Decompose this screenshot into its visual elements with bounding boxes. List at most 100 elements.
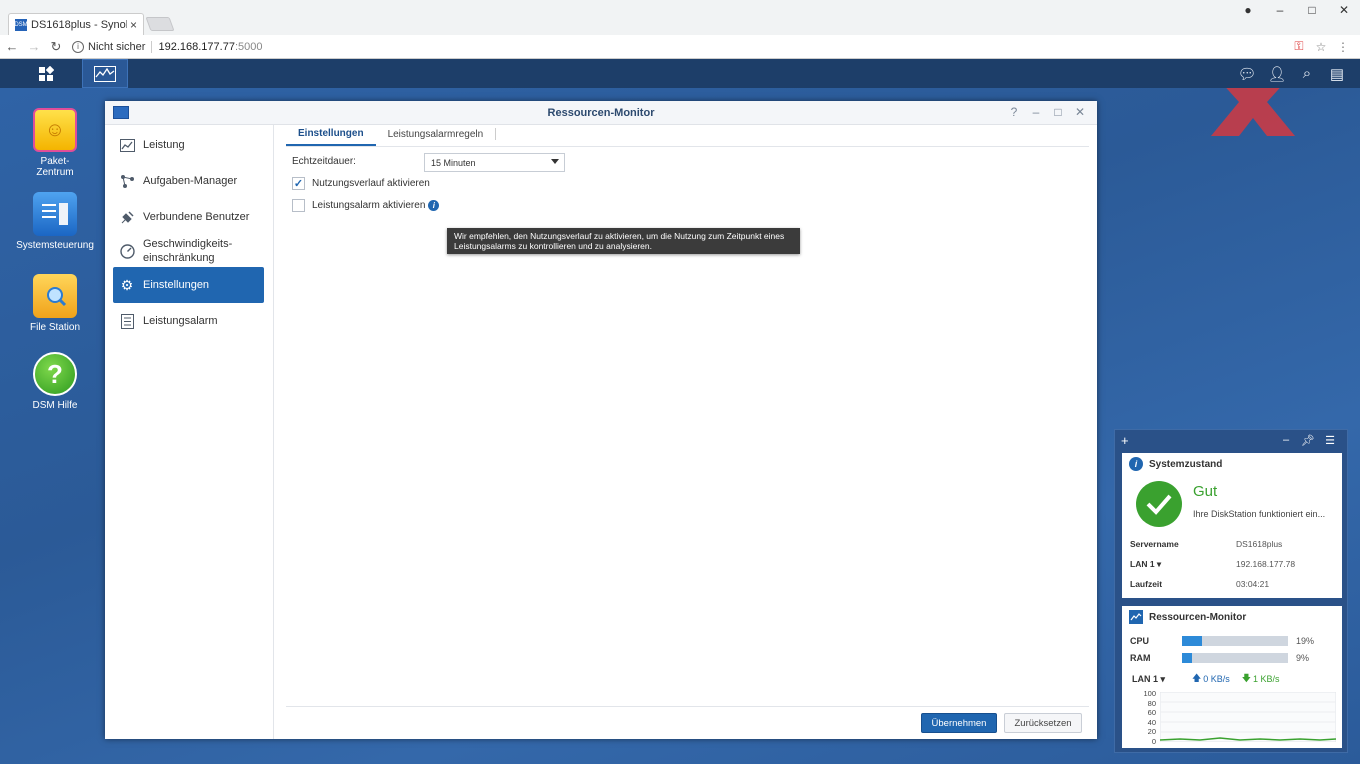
system-health-title: Systemzustand (1149, 458, 1223, 470)
file-station-icon (33, 274, 77, 318)
taskbar-resource-monitor-button[interactable] (82, 59, 128, 88)
desktop-icon-label: Systemsteuerung (16, 240, 94, 251)
browser-window-controls: ● – □ ✕ (1232, 0, 1360, 20)
user-icon[interactable]: 👤︎ (1262, 65, 1292, 83)
desktop-icon-dsm-help[interactable]: ? DSM Hilfe (5, 352, 105, 411)
reload-icon[interactable]: ↻ (46, 39, 66, 55)
resource-monitor-icon (94, 65, 116, 82)
sidebar-item-speed-limit[interactable]: Geschwindigkeits- einschränkung (113, 235, 264, 267)
ram-bar (1182, 653, 1288, 663)
maximize-window-button[interactable]: □ (1296, 3, 1328, 17)
sidebar-item-performance-alarm[interactable]: Leistungsalarm (113, 303, 264, 339)
site-info-icon[interactable]: i (72, 40, 84, 53)
ram-bar-fill (1182, 653, 1192, 663)
main-menu-button[interactable] (22, 59, 70, 88)
address-bar: ← → ↻ i Nicht sicher 192.168.177.77 :500… (0, 35, 1360, 59)
close-button[interactable]: ✕ (1069, 105, 1091, 119)
lan-speed-row: LAN 1 ▾ 🡅︎ 0 KB/s 🡇︎ 1 KB/s (1132, 671, 1280, 687)
notifications-chat-icon[interactable]: 💬︎ (1232, 65, 1262, 83)
browser-tab-strip: DSM DS1618plus - Synology D × ● – □ ✕ (0, 0, 1360, 35)
minimize-button[interactable]: – (1025, 105, 1047, 119)
upload-speed: 0 KB/s (1203, 674, 1230, 684)
maximize-button[interactable]: □ (1047, 105, 1069, 119)
gear-icon: ⚙ (120, 276, 134, 293)
performance-alarm-icon (119, 313, 135, 329)
main-menu-grid-icon (39, 65, 54, 81)
tab-alarm-rules[interactable]: Leistungsalarmregeln (376, 129, 496, 146)
minimize-widgets-icon[interactable]: – (1275, 434, 1297, 446)
performance-alarm-label: Leistungsalarm aktivieren (312, 200, 426, 211)
help-tooltip: Wir empfehlen, den Nutzungsverlauf zu ak… (447, 228, 800, 254)
search-icon[interactable]: ⌕ (1292, 65, 1322, 82)
close-window-button[interactable]: ✕ (1328, 3, 1360, 17)
performance-chart-icon (119, 137, 135, 153)
url-port: :5000 (234, 40, 263, 53)
health-status-desc: Ihre DiskStation funktioniert ein... (1193, 509, 1326, 519)
widgets-header: + – 📌︎ ☰ (1115, 430, 1347, 450)
settings-panel: Einstellungen Leistungsalarmregeln Echtz… (274, 125, 1097, 739)
footer-divider (286, 706, 1089, 707)
window-titlebar[interactable]: Ressourcen-Monitor ? – □ ✕ (105, 101, 1097, 125)
sidebar-item-task-manager[interactable]: Aufgaben-Manager (113, 163, 264, 199)
usage-history-checkbox[interactable]: ✓ (292, 177, 305, 190)
forward-arrow-icon[interactable]: → (24, 39, 44, 54)
widgets-toggle-icon[interactable]: ▤ (1322, 65, 1352, 83)
widgets-panel: + – 📌︎ ☰ i Systemzustand Gut Ihre DiskSt… (1114, 429, 1348, 753)
minimize-window-button[interactable]: – (1264, 3, 1296, 17)
network-chart-axis: 100 80 60 40 20 0 (1143, 689, 1156, 746)
desktop-icon-label: Paket- Zentrum (36, 156, 74, 178)
duration-select-value: 15 Minuten (431, 157, 476, 168)
taskbar-right-icons: 💬︎ 👤︎ ⌕ ▤ (1232, 59, 1352, 88)
usage-history-row: ✓ Nutzungsverlauf aktivieren (292, 177, 430, 190)
back-arrow-icon[interactable]: ← (2, 39, 22, 54)
tab-bar: Einstellungen Leistungsalarmregeln (286, 125, 1089, 147)
lan-select[interactable]: LAN 1 ▾ (1132, 674, 1192, 685)
key-icon[interactable]: ⚿ (1288, 39, 1310, 54)
duration-select[interactable]: 15 Minuten (424, 153, 565, 172)
download-arrow-icon: 🡇︎ (1241, 673, 1252, 683)
performance-alarm-row: Leistungsalarm aktivieren i (292, 199, 440, 212)
add-widget-icon[interactable]: + (1121, 433, 1275, 448)
widgets-settings-icon[interactable]: ☰ (1319, 434, 1341, 447)
lan-row[interactable]: LAN 1 ▾ 192.168.177.78 (1130, 559, 1295, 570)
apply-button[interactable]: Übernehmen (921, 713, 997, 733)
browser-tab[interactable]: DSM DS1618plus - Synology D × (8, 13, 144, 35)
dsm-taskbar: 💬︎ 👤︎ ⌕ ▤ (0, 59, 1360, 88)
desktop-icon-label: File Station (29, 322, 81, 333)
tab-settings[interactable]: Einstellungen (286, 128, 376, 146)
bookmark-star-icon[interactable]: ☆ (1310, 40, 1332, 54)
download-speed: 1 KB/s (1253, 674, 1280, 684)
url-input[interactable]: i Nicht sicher 192.168.177.77 :5000 (72, 37, 1280, 57)
connected-users-icon (119, 209, 135, 225)
help-button[interactable]: ? (1003, 105, 1025, 119)
info-icon: i (1129, 457, 1143, 471)
upload-arrow-icon: 🡅︎ (1192, 673, 1202, 683)
browser-menu-icon[interactable]: ⋮ (1332, 40, 1354, 54)
profile-icon[interactable]: ● (1232, 3, 1264, 17)
resource-monitor-widget-title: Ressourcen-Monitor (1149, 611, 1247, 623)
network-chart (1160, 692, 1336, 742)
pin-icon[interactable]: 📌︎ (1297, 434, 1319, 447)
performance-alarm-checkbox[interactable] (292, 199, 305, 212)
sidebar-item-settings[interactable]: ⚙ Einstellungen (113, 267, 264, 303)
desktop-icon-package-center[interactable]: ☺ Paket- Zentrum (5, 108, 105, 178)
desktop-icon-file-station[interactable]: File Station (5, 274, 105, 333)
new-tab-button[interactable] (145, 17, 175, 31)
not-secure-label: Nicht sicher (88, 40, 153, 53)
dsm-help-icon: ? (33, 352, 77, 396)
cpu-bar (1182, 636, 1288, 646)
help-info-icon[interactable]: i (428, 200, 440, 211)
close-tab-icon[interactable]: × (130, 18, 137, 32)
servername-row: Servername DS1618plus (1130, 539, 1283, 549)
sidebar-item-connected-users[interactable]: Verbundene Benutzer (113, 199, 264, 235)
resource-monitor-icon (1129, 610, 1143, 624)
watermark-logo-icon (1211, 88, 1295, 136)
reset-button[interactable]: Zurücksetzen (1004, 713, 1082, 733)
sidebar-item-performance[interactable]: Leistung (113, 127, 264, 163)
health-ok-icon (1136, 481, 1182, 527)
synology-favicon-icon: DSM (14, 18, 28, 31)
widget-title: i Systemzustand (1122, 453, 1342, 475)
browser-toolbar-icons: ⚿ ☆ ⋮ (1288, 39, 1354, 54)
window-buttons: ? – □ ✕ (1003, 105, 1091, 119)
desktop-icon-control-panel[interactable]: Systemsteuerung (5, 192, 105, 251)
